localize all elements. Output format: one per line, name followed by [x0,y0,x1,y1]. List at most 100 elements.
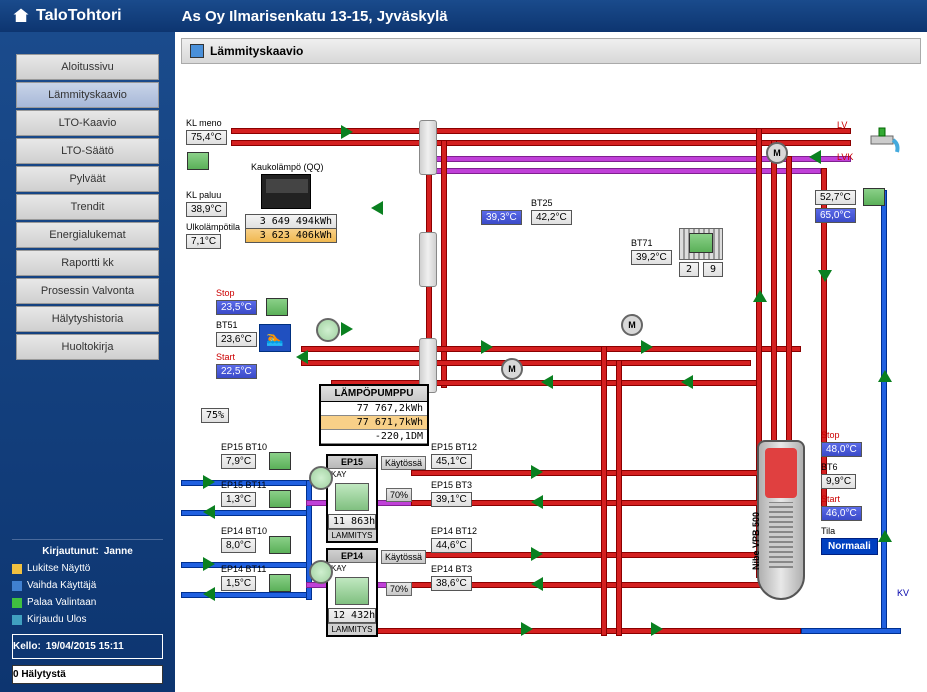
kaukolampo-label: Kaukolämpö (QQ) [251,162,324,172]
pipe-cold [181,592,311,598]
ep15-kaytossa[interactable]: Käytössä [381,456,426,470]
tank-start-label: Start [821,494,840,504]
flow-arrow [541,375,553,389]
start-label: Start [216,352,235,362]
chart-icon[interactable] [689,233,713,253]
ep15-mode: LAMMITYS [328,529,376,541]
nav-item-h-lytyshistoria[interactable]: Hälytyshistoria [16,306,159,332]
flow-arrow [203,475,215,489]
rad-left: 2 [679,262,699,277]
tank-stop-value: 48,0 [821,442,862,457]
bt51-label: BT51 [216,320,238,330]
ep15-bt10-label: EP15 BT10 [221,442,267,452]
flow-arrow [341,322,353,336]
nav-item-energialukemat[interactable]: Energialukemat [16,222,159,248]
nav-item-pylv-t[interactable]: Pylväät [16,166,159,192]
pipe-cold [181,510,311,516]
logout-button[interactable]: Kirjaudu Ulos [12,611,163,628]
pct75-value: 75% [201,408,229,423]
ulko-label: Ulkolämpötila [186,222,240,232]
switch-user-button[interactable]: Vaihda Käyttäjä [12,577,163,594]
ep14-bt12-value: 44,6 [431,538,472,553]
ep14-kay: KAY [328,563,376,574]
flow-arrow [531,547,543,561]
chart-icon[interactable] [187,152,209,170]
ep14-bt3-label: EP14 BT3 [431,564,472,574]
flow-arrow [481,340,493,354]
tank-label: Nibe VPB 500 [751,512,761,570]
ep14-bt10-value: 8,0 [221,538,256,553]
hp-title: LÄMPÖPUMPPU [321,386,427,402]
alarm-count[interactable]: 0 Hälytystä [12,665,163,684]
heat-exchanger [419,120,437,175]
lv-top-value: 52,7 [815,190,856,205]
back-icon [12,598,22,608]
brand-logo: TaloTohtori [12,7,122,25]
kv-label: KV [897,588,909,598]
status-value: Normaali [821,538,878,555]
ep15-bt12-value: 45,1 [431,454,472,469]
pipe-cold [881,190,887,630]
ep14-bt10-label: EP14 BT10 [221,526,267,536]
chart-icon[interactable] [266,298,288,316]
ep15-bt10-value: 7,9 [221,454,256,469]
flow-arrow [203,557,215,571]
flow-arrow [878,530,892,542]
ep14-bt3-value: 38,6 [431,576,472,591]
ep14-title: EP14 [328,550,376,563]
main-panel: Lämmityskaavio [175,32,927,692]
nav-item-prosessin-valvonta[interactable]: Prosessin Valvonta [16,278,159,304]
panel-title: Lämmityskaavio [210,44,303,58]
chart-icon [335,577,369,605]
motor-valve: M [501,358,523,380]
flow-arrow [531,495,543,509]
hp-kwh1: 77 767,2kWh [321,402,427,416]
pipe-hot [301,346,801,352]
ep15-box[interactable]: EP15 KAY 11 863h LAMMITYS [326,454,378,543]
username: Janne [104,546,133,557]
ep15-bt3-label: EP15 BT3 [431,480,472,490]
chart-icon[interactable] [863,188,885,206]
ep14-hours: 12 432h [328,608,376,623]
chart-icon[interactable] [269,490,291,508]
pipe-hot [601,346,607,636]
bt51-value: 23,6 [216,332,257,347]
back-button[interactable]: Palaa Valintaan [12,594,163,611]
chart-icon[interactable] [269,452,291,470]
kl-paluu-value: 38,9 [186,202,227,217]
stop-value: 23,5 [216,300,257,315]
ep14-kaytossa[interactable]: Käytössä [381,550,426,564]
nav-item-aloitussivu[interactable]: Aloitussivu [16,54,159,80]
stop-label: Stop [216,288,235,298]
storage-tank [757,440,805,600]
nav-item-lto-s-t-[interactable]: LTO-Säätö [16,138,159,164]
monitor-icon [190,44,204,58]
pump-icon [309,466,333,490]
clock-time: 19/04/2015 15:11 [46,638,124,655]
panel-header: Lämmityskaavio [181,38,921,64]
ulko-value: 7,1 [186,234,221,249]
start-value: 22,5 [216,364,257,379]
flow-arrow [651,622,663,636]
hp-kwh2: 77 671,7kWh [321,416,427,430]
nav-item-lto-kaavio[interactable]: LTO-Kaavio [16,110,159,136]
nav-item-trendit[interactable]: Trendit [16,194,159,220]
lv-label: LV [837,120,847,130]
pump-icon [309,560,333,584]
heatpump-box: LÄMPÖPUMPPU 77 767,2kWh 77 671,7kWh -220… [319,384,429,446]
ep15-pct: 70% [386,488,412,502]
kl-paluu-label: KL paluu [186,190,221,200]
nav-item-l-mmityskaavio[interactable]: Lämmityskaavio [16,82,159,108]
ep14-bt11-label: EP14 BT11 [221,564,266,574]
user-switch-icon [12,581,22,591]
ep14-box[interactable]: EP14 KAY 12 432h LAMMITYS [326,548,378,637]
lock-screen-button[interactable]: Lukitse Näyttö [12,560,163,577]
energy-meter [261,174,311,209]
bt6-label: BT6 [821,462,838,472]
chart-icon[interactable] [269,536,291,554]
nav-item-huoltokirja[interactable]: Huoltokirja [16,334,159,360]
chart-icon[interactable] [269,574,291,592]
nav-item-raportti-kk[interactable]: Raportti kk [16,250,159,276]
flow-arrow [641,340,653,354]
bt71-label: BT71 [631,238,653,248]
